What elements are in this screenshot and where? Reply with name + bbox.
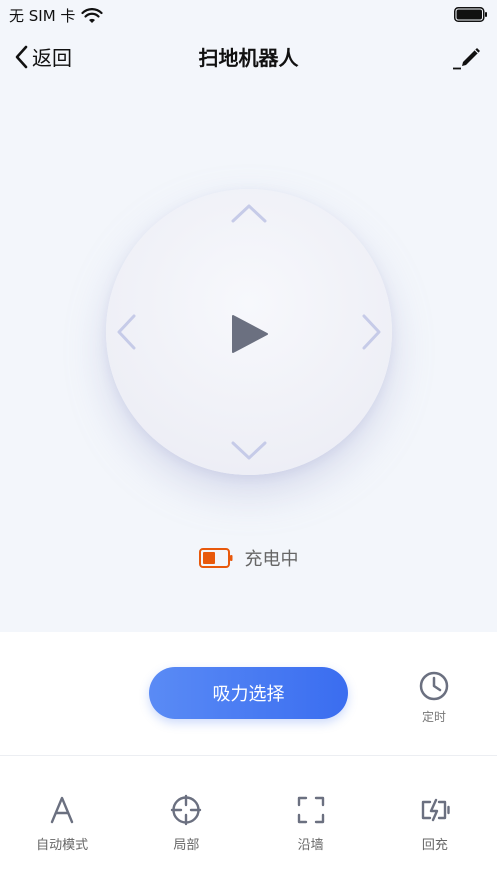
clock-icon: [419, 671, 449, 701]
page-title: 扫地机器人: [198, 46, 299, 70]
battery-icon: [454, 7, 487, 22]
mode-bar: 自动模式 局部 沿墙 回充: [0, 756, 497, 883]
timer-button[interactable]: 定时: [411, 670, 457, 726]
frame-corners-icon: [297, 796, 324, 824]
mode-label: 局部: [173, 838, 200, 853]
nav-bar: 返回 扫地机器人: [0, 30, 497, 82]
timer-label: 定时: [421, 710, 446, 724]
letter-a-icon: [50, 796, 74, 824]
mode-label: 自动模式: [36, 838, 89, 853]
battery-charging-icon: [198, 548, 232, 568]
arrow-down-icon[interactable]: [227, 437, 271, 465]
charge-status: 充电中: [0, 545, 497, 571]
suction-button[interactable]: 吸力选择: [149, 667, 348, 719]
mode-spot-button[interactable]: 局部: [124, 756, 248, 883]
charging-icon: [421, 798, 450, 822]
mode-label: 沿墙: [297, 838, 324, 853]
direction-pad: [106, 189, 392, 475]
mode-label: 回充: [421, 838, 448, 853]
mode-edge-button[interactable]: 沿墙: [249, 756, 373, 883]
mode-recharge-button[interactable]: 回充: [373, 756, 497, 883]
arrow-up-icon[interactable]: [227, 199, 271, 227]
arrow-left-icon[interactable]: [112, 310, 140, 354]
charge-status-text: 充电中: [244, 549, 299, 570]
carrier-label: 无 SIM 卡: [9, 7, 76, 25]
status-bar: 无 SIM 卡: [0, 0, 497, 30]
edit-icon[interactable]: [451, 40, 483, 72]
play-icon[interactable]: [224, 309, 274, 359]
wifi-icon: [81, 7, 104, 23]
arrow-right-icon[interactable]: [358, 310, 386, 354]
mode-auto-button[interactable]: 自动模式: [0, 756, 124, 883]
carrier-info: 无 SIM 卡: [9, 5, 104, 26]
crosshair-icon: [171, 794, 202, 826]
